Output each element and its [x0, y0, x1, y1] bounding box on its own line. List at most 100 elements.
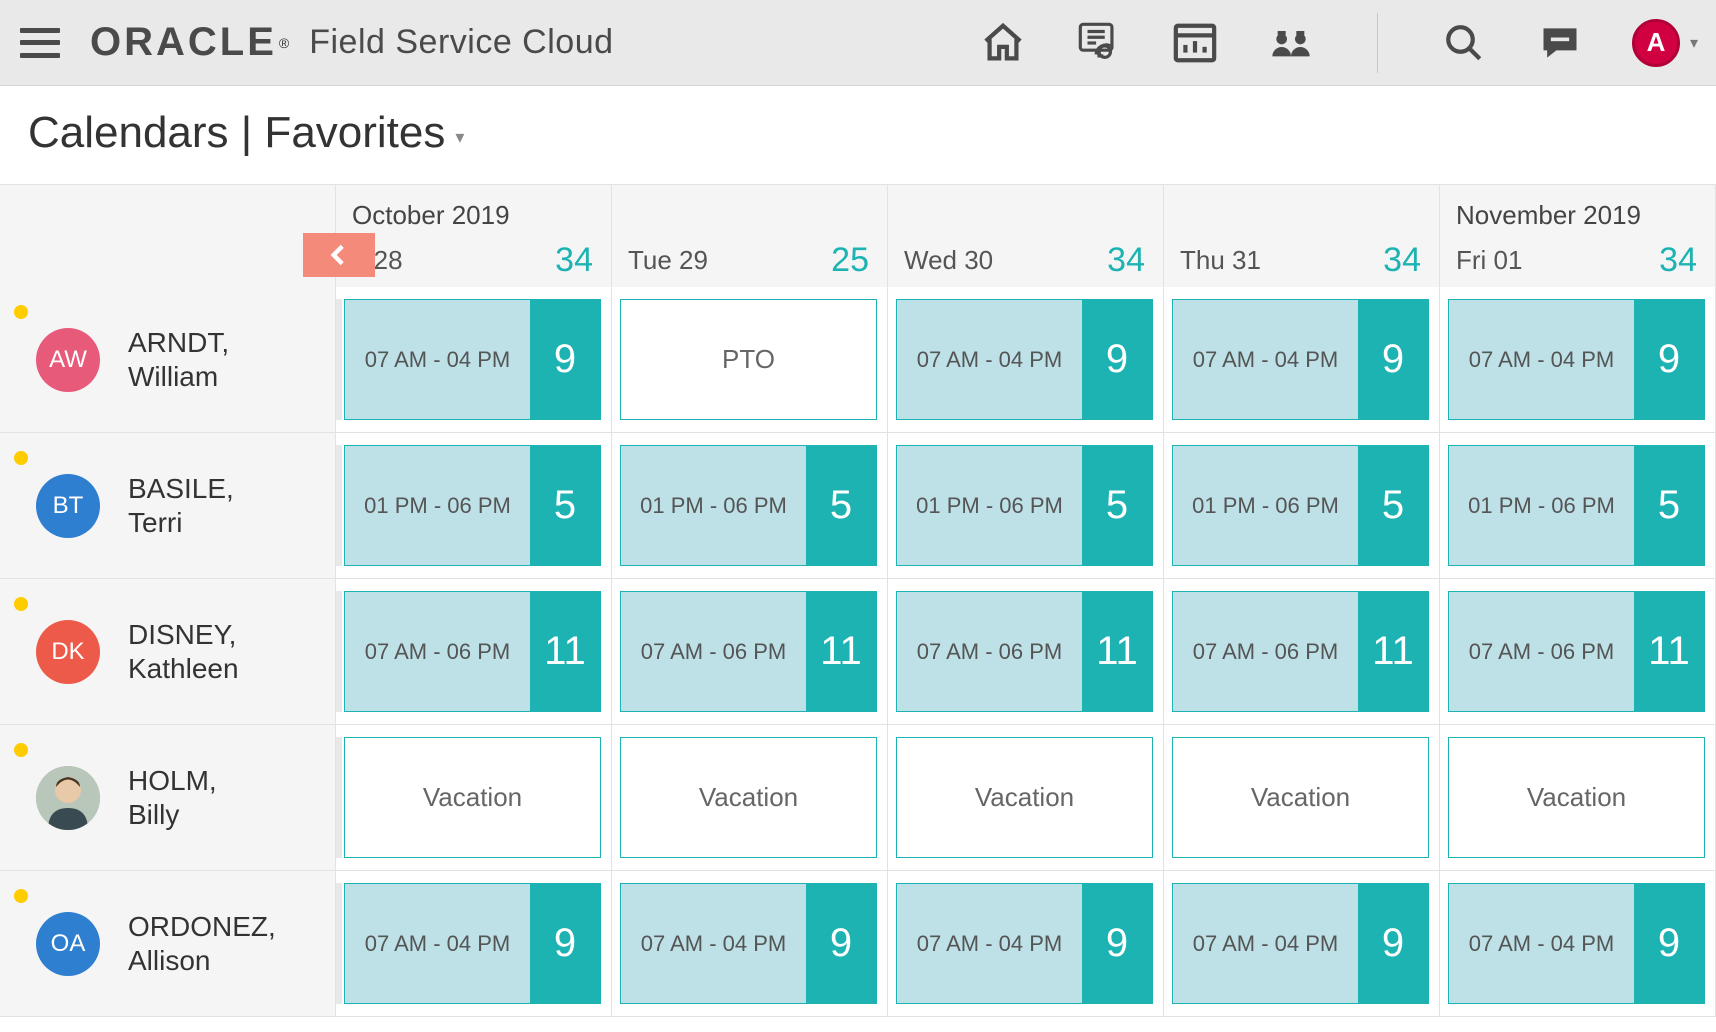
shift-time-text: PTO — [621, 300, 876, 419]
shift-hours-badge: 11 — [806, 592, 876, 711]
shift-cell[interactable]: 01 PM - 06 PM5 — [1440, 433, 1716, 579]
day-header[interactable]: Fri 0134 — [1440, 233, 1716, 287]
shift-cell[interactable]: 01 PM - 06 PM5 — [888, 433, 1164, 579]
shift-time-text: 07 AM - 06 PM — [345, 592, 530, 711]
day-header[interactable]: Wed 3034 — [888, 233, 1164, 287]
menu-button[interactable] — [20, 28, 60, 58]
month-label: October 2019 — [336, 185, 612, 233]
shift-label-only: Vacation — [344, 737, 601, 858]
shift-cell[interactable]: 07 AM - 06 PM11 — [612, 579, 888, 725]
shift-hours-badge: 5 — [1358, 446, 1428, 565]
caret-down-icon: ▾ — [455, 127, 464, 148]
shift-cell[interactable]: 07 AM - 04 PM9 — [888, 287, 1164, 433]
dashboard-icon[interactable] — [1171, 19, 1219, 67]
shift-time: 07 AM - 06 PM11 — [1172, 591, 1429, 712]
shift-cell[interactable]: 07 AM - 04 PM9 — [888, 871, 1164, 1017]
shift-cell[interactable]: 07 AM - 04 PM9 — [336, 287, 612, 433]
shift-hours-badge: 11 — [1634, 592, 1704, 711]
shift-hours-badge: 9 — [530, 884, 600, 1003]
shift-label-only: Vacation — [1448, 737, 1705, 858]
shift-label-only: Vacation — [1172, 737, 1429, 858]
shift-cell[interactable]: 07 AM - 04 PM9 — [1164, 287, 1440, 433]
brand-text: ORACLE — [90, 20, 277, 65]
team-icon[interactable] — [1267, 19, 1315, 67]
page-title-text: Calendars | Favorites — [28, 108, 445, 158]
shift-hours-badge: 11 — [530, 592, 600, 711]
avatar-initials: DK — [36, 620, 100, 684]
shift-cell[interactable]: 07 AM - 06 PM11 — [1440, 579, 1716, 725]
shift-cell[interactable]: 07 AM - 06 PM11 — [336, 579, 612, 725]
resource-cell[interactable]: AWARNDT,William — [0, 287, 336, 433]
shift-cell[interactable]: 01 PM - 06 PM5 — [612, 433, 888, 579]
shift-time-text: 01 PM - 06 PM — [897, 446, 1082, 565]
home-icon[interactable] — [979, 19, 1027, 67]
shift-time-text: Vacation — [621, 738, 876, 857]
avatar-initials: BT — [36, 474, 100, 538]
shift-time-text: 07 AM - 04 PM — [1173, 884, 1358, 1003]
resource-row: HOLM,BillyVacationVacationVacationVacati… — [0, 725, 1716, 871]
shift-cell[interactable]: 07 AM - 06 PM11 — [1164, 579, 1440, 725]
search-icon[interactable] — [1440, 19, 1488, 67]
day-header[interactable]: Thu 3134 — [1164, 233, 1440, 287]
shift-label-only: Vacation — [620, 737, 877, 858]
shift-time-text: 07 AM - 04 PM — [1449, 884, 1634, 1003]
month-label: November 2019 — [1440, 185, 1716, 233]
shift-cell[interactable]: 01 PM - 06 PM5 — [336, 433, 612, 579]
chat-icon[interactable] — [1536, 19, 1584, 67]
status-dot-icon — [14, 597, 28, 611]
page-title-dropdown[interactable]: Calendars | Favorites ▾ — [0, 86, 1716, 184]
prev-week-button[interactable] — [303, 233, 375, 277]
avatar-initials: AW — [36, 328, 100, 392]
topbar: ORACLE ® Field Service Cloud A ▾ — [0, 0, 1716, 86]
shift-cell[interactable]: 07 AM - 06 PM11 — [888, 579, 1164, 725]
shift-cell[interactable]: 07 AM - 04 PM9 — [336, 871, 612, 1017]
shift-hours-badge: 5 — [530, 446, 600, 565]
shift-time-text: 07 AM - 04 PM — [897, 884, 1082, 1003]
shift-time-text: Vacation — [345, 738, 600, 857]
shift-hours-badge: 9 — [1358, 884, 1428, 1003]
shift-cell[interactable]: Vacation — [336, 725, 612, 871]
shift-time-text: 07 AM - 04 PM — [1449, 300, 1634, 419]
resource-cell[interactable]: HOLM,Billy — [0, 725, 336, 871]
caret-down-icon: ▾ — [1690, 33, 1698, 53]
shift-time: 07 AM - 06 PM11 — [1448, 591, 1705, 712]
shift-cell[interactable]: Vacation — [1440, 725, 1716, 871]
resource-cell[interactable]: BTBASILE,Terri — [0, 433, 336, 579]
status-dot-icon — [14, 889, 28, 903]
shift-hours-badge: 5 — [1634, 446, 1704, 565]
shift-time-text: 01 PM - 06 PM — [621, 446, 806, 565]
shift-time: 07 AM - 06 PM11 — [344, 591, 601, 712]
month-label — [1164, 185, 1440, 233]
avatar-photo — [36, 766, 100, 830]
shift-time: 01 PM - 06 PM5 — [344, 445, 601, 566]
day-header[interactable]: Tue 2925 — [612, 233, 888, 287]
shift-cell[interactable]: 07 AM - 04 PM9 — [1440, 287, 1716, 433]
month-label — [888, 185, 1164, 233]
month-header-row: October 2019 November 2019 — [0, 185, 1716, 233]
shift-cell[interactable]: 07 AM - 04 PM9 — [1164, 871, 1440, 1017]
shift-cell[interactable]: Vacation — [1164, 725, 1440, 871]
resource-cell[interactable]: OAORDONEZ,Allison — [0, 871, 336, 1017]
shift-hours-badge: 9 — [1358, 300, 1428, 419]
shift-cell[interactable]: PTO — [612, 287, 888, 433]
shift-cell[interactable]: Vacation — [888, 725, 1164, 871]
shift-time-text: 01 PM - 06 PM — [345, 446, 530, 565]
day-header-row: n 2834 Tue 2925 Wed 3034 Thu 3134 Fri 01… — [0, 233, 1716, 287]
shift-time-text: 07 AM - 06 PM — [621, 592, 806, 711]
shift-cell[interactable]: 07 AM - 04 PM9 — [1440, 871, 1716, 1017]
resource-row: BTBASILE,Terri01 PM - 06 PM501 PM - 06 P… — [0, 433, 1716, 579]
shift-time: 01 PM - 06 PM5 — [1172, 445, 1429, 566]
status-dot-icon — [14, 305, 28, 319]
shift-cell[interactable]: 01 PM - 06 PM5 — [1164, 433, 1440, 579]
day-header[interactable]: n 2834 — [336, 233, 612, 287]
shift-time-text: Vacation — [1449, 738, 1704, 857]
support-headset-icon[interactable] — [1075, 19, 1123, 67]
shift-cell[interactable]: 07 AM - 04 PM9 — [612, 871, 888, 1017]
user-menu[interactable]: A ▾ — [1632, 19, 1698, 67]
status-dot-icon — [14, 743, 28, 757]
resource-cell[interactable]: DKDISNEY,Kathleen — [0, 579, 336, 725]
shift-label-only: Vacation — [896, 737, 1153, 858]
shift-time: 07 AM - 04 PM9 — [344, 299, 601, 420]
shift-time-text: Vacation — [897, 738, 1152, 857]
shift-cell[interactable]: Vacation — [612, 725, 888, 871]
